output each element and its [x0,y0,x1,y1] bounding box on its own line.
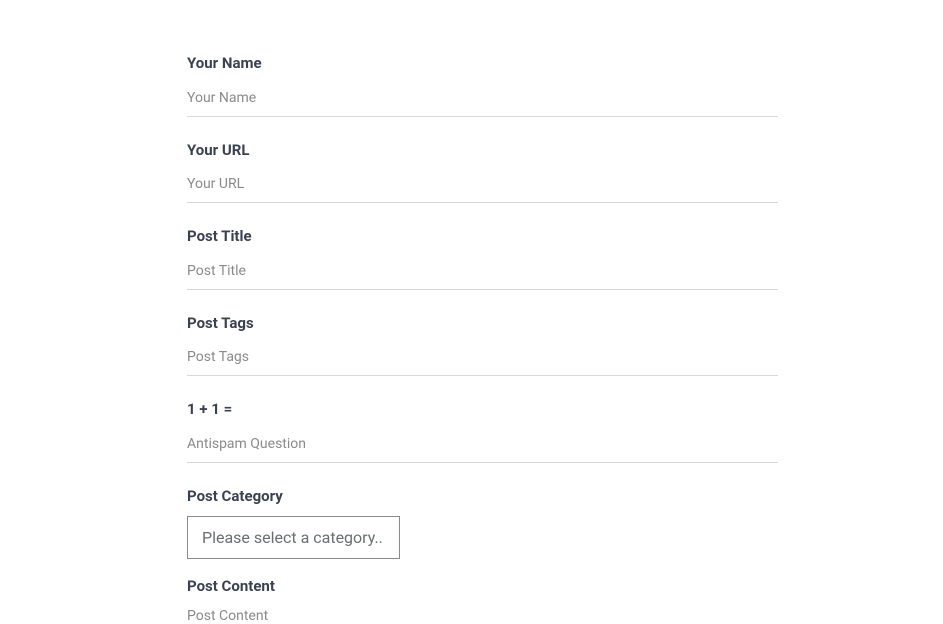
post-tags-group: Post Tags [187,314,778,377]
post-title-input[interactable] [187,259,778,290]
post-form: Your Name Your URL Post Title Post Tags … [0,0,943,624]
name-input[interactable] [187,86,778,117]
post-tags-input[interactable] [187,345,778,376]
post-tags-label: Post Tags [187,314,778,334]
post-category-select[interactable]: Please select a category.. [187,516,400,559]
post-category-group: Post Category Please select a category.. [187,487,778,560]
post-content-label: Post Content [187,577,778,597]
url-group: Your URL [187,141,778,204]
url-input[interactable] [187,172,778,203]
antispam-label: 1 + 1 = [187,400,778,420]
antispam-input[interactable] [187,432,778,463]
antispam-group: 1 + 1 = [187,400,778,463]
post-content-placeholder: Post Content [187,608,778,624]
url-label: Your URL [187,141,778,161]
post-category-label: Post Category [187,487,778,507]
name-label: Your Name [187,54,778,74]
post-title-label: Post Title [187,227,778,247]
name-group: Your Name [187,54,778,117]
post-content-group: Post Content Post Content [187,577,778,624]
post-title-group: Post Title [187,227,778,290]
